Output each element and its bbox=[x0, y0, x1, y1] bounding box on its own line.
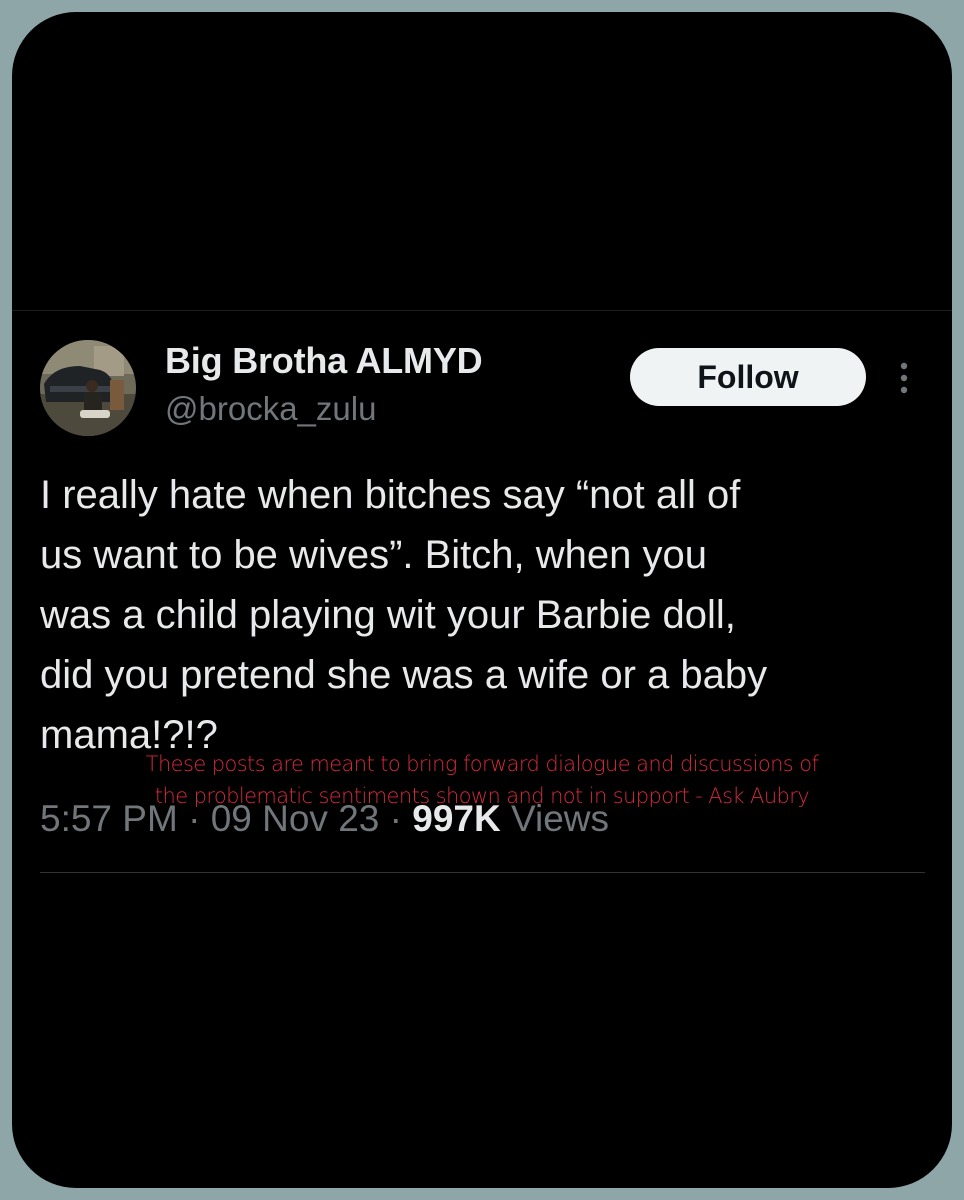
author-handle[interactable]: @brocka_zulu bbox=[165, 390, 376, 428]
post-screenshot-card: Big Brotha ALMYD @brocka_zulu Follow I r… bbox=[12, 12, 952, 1188]
top-divider bbox=[12, 310, 952, 311]
disclaimer-watermark: These posts are meant to bring forward d… bbox=[52, 748, 912, 812]
tweet-text-line: I really hate when bitches say “not all … bbox=[40, 473, 741, 517]
tweet-text-line: did you pretend she was a wife or a baby bbox=[40, 653, 768, 697]
more-options-button[interactable] bbox=[892, 358, 916, 398]
disclaimer-line: the problematic sentiments shown and not… bbox=[154, 784, 810, 808]
tweet-text-line: was a child playing wit your Barbie doll… bbox=[40, 593, 736, 637]
tweet-text: I really hate when bitches say “not all … bbox=[40, 465, 935, 765]
avatar-photo bbox=[40, 340, 136, 436]
follow-button[interactable]: Follow bbox=[630, 348, 866, 406]
bottom-divider bbox=[40, 872, 925, 873]
avatar[interactable] bbox=[40, 340, 136, 436]
disclaimer-line: These posts are meant to bring forward d… bbox=[145, 752, 819, 776]
tweet-text-line: us want to be wives”. Bitch, when you bbox=[40, 533, 707, 577]
author-display-name[interactable]: Big Brotha ALMYD bbox=[165, 340, 483, 382]
more-vertical-icon bbox=[900, 362, 908, 394]
